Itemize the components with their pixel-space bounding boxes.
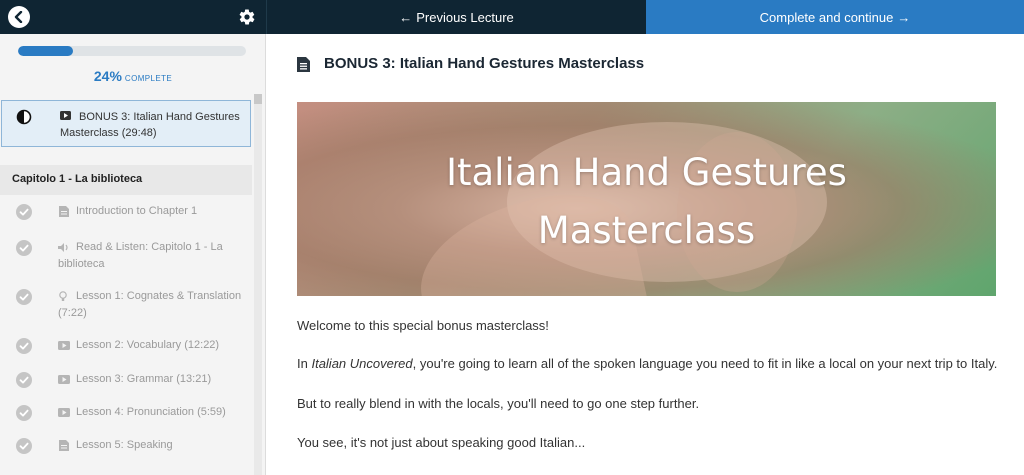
course-sidebar: 24% COMPLETE BONUS 3: Italian Hand Gestur… [0, 34, 266, 475]
back-button[interactable] [8, 6, 30, 28]
check-circle-icon [16, 289, 32, 305]
top-bar-left [0, 0, 266, 34]
lecture-title: Introduction to Chapter 1 [76, 205, 198, 217]
paragraph-not-just: You see, it's not just about speaking go… [297, 435, 586, 450]
sidebar-scrollbar-thumb[interactable] [254, 94, 262, 104]
gear-icon[interactable] [238, 8, 256, 26]
paragraph-intro-prefix: In [297, 356, 312, 371]
lecture-title: Lesson 1: Cognates & Translation (7:22) [58, 290, 242, 319]
course-name: Italian Uncovered [311, 356, 413, 371]
current-lecture-item[interactable]: BONUS 3: Italian Hand Gestures Mastercla… [1, 100, 251, 147]
lecture-item[interactable]: Lesson 4: Pronunciation (5:59) [0, 403, 252, 437]
lecture-item[interactable]: Read & Listen: Capitolo 1 - La bibliotec… [0, 238, 252, 272]
check-circle-icon [16, 405, 32, 421]
lecture-title: Lesson 5: Speaking [76, 439, 173, 451]
paragraph-intro-suffix: , you're going to learn all of the spoke… [412, 356, 998, 371]
lecture-heading: BONUS 3: Italian Hand Gestures Mastercla… [324, 55, 645, 72]
lecture-title: Lesson 4: Pronunciation (5:59) [76, 406, 226, 418]
sidebar-scrollbar[interactable] [254, 94, 262, 475]
arrow-left-icon: ← [399, 9, 413, 25]
progress-complete-label: COMPLETE [124, 74, 173, 83]
lecture-content: BONUS 3: Italian Hand Gestures Mastercla… [266, 34, 1024, 475]
lecture-title: Lesson 2: Vocabulary (12:22) [76, 339, 220, 351]
check-circle-icon [16, 338, 32, 354]
lecture-item[interactable]: Lesson 5: Speaking [0, 436, 252, 470]
previous-lecture-label: Previous Lecture [416, 9, 514, 25]
previous-lecture-button[interactable]: ← Previous Lecture [266, 0, 646, 34]
complete-and-continue-label: Complete and continue [759, 9, 894, 25]
paragraph-intro: In Italian Uncovered, you're going to le… [297, 356, 997, 371]
banner-title-line-2: Masterclass [537, 209, 756, 252]
lecture-banner-image: Italian Hand Gestures Masterclass [297, 102, 996, 296]
progress-percent: 24% [93, 68, 122, 84]
course-progress-text: 24% COMPLETE [0, 68, 265, 86]
complete-and-continue-button[interactable]: Complete and continue → [646, 0, 1024, 34]
banner-title-line-1: Italian Hand Gestures [446, 151, 847, 194]
check-circle-icon [16, 204, 32, 220]
half-circle-icon [16, 109, 32, 125]
check-circle-icon [16, 240, 32, 256]
check-circle-icon [16, 372, 32, 388]
lecture-item[interactable]: Lesson 1: Cognates & Translation (7:22) [0, 287, 252, 321]
section-title: Capitolo 1 - La biblioteca [0, 165, 252, 195]
check-circle-icon [16, 438, 32, 454]
lecture-item[interactable]: Lesson 2: Vocabulary (12:22) [0, 336, 252, 370]
course-progress-bar [18, 46, 246, 56]
document-icon [297, 57, 310, 72]
chevron-left-icon [14, 11, 23, 23]
course-progress-fill [18, 46, 73, 56]
top-bar: ← Previous Lecture Complete and continue… [0, 0, 1024, 34]
lecture-title: Lesson 3: Grammar (13:21) [76, 373, 212, 385]
lecture-title: Read & Listen: Capitolo 1 - La bibliotec… [58, 241, 223, 270]
lecture-item[interactable]: Introduction to Chapter 1 [0, 202, 252, 236]
banner-title: Italian Hand Gestures Masterclass [297, 144, 996, 260]
current-lecture-title: BONUS 3: Italian Hand Gestures Mastercla… [60, 111, 240, 139]
arrow-right-icon: → [897, 9, 911, 25]
lecture-item[interactable]: Lesson 3: Grammar (13:21) [0, 370, 252, 404]
paragraph-blend-in: But to really blend in with the locals, … [297, 396, 700, 411]
paragraph-welcome: Welcome to this special bonus masterclas… [297, 318, 549, 333]
